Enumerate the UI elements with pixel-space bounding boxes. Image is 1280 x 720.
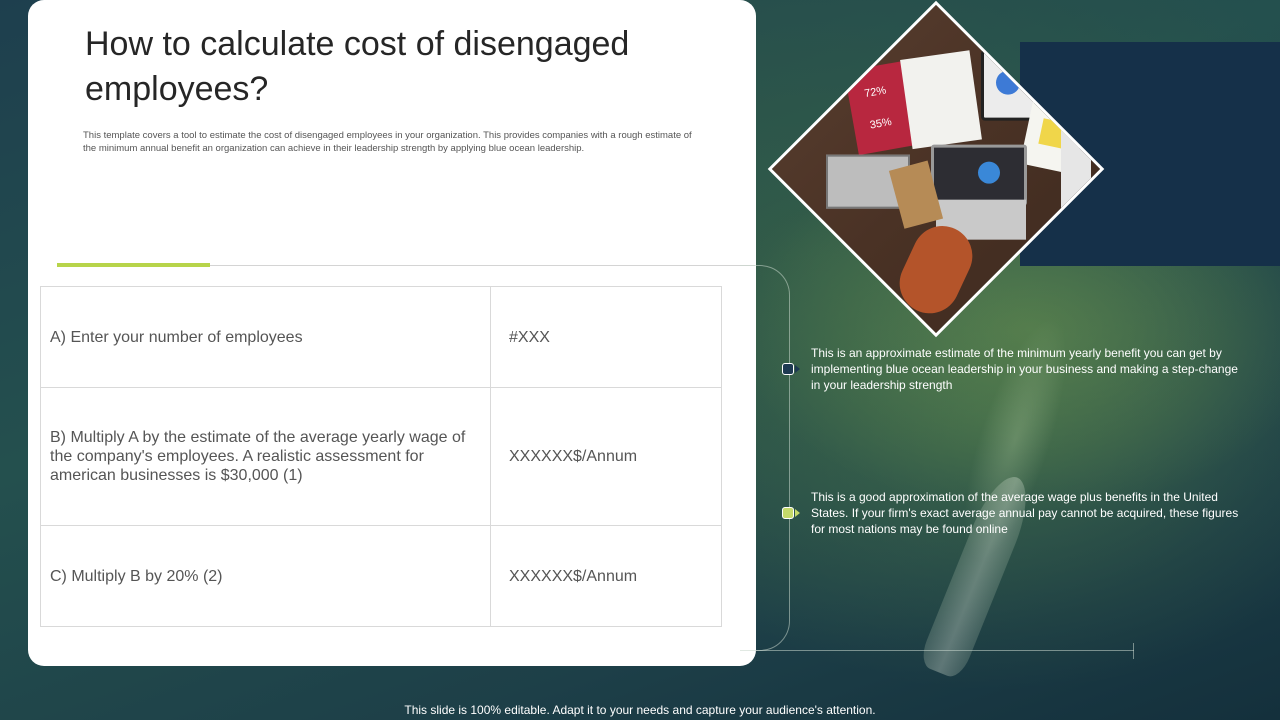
keyboard-right [1061, 124, 1091, 215]
table-cell-step: B) Multiply A by the estimate of the ave… [40, 387, 491, 526]
cost-table: A) Enter your number of employees #XXX B… [40, 286, 722, 627]
slide-description: This template covers a tool to estimate … [83, 130, 692, 154]
table-row: A) Enter your number of employees #XXX [40, 286, 722, 388]
table-cell-value: XXXXXX$/Annum [490, 387, 722, 526]
square-bullet-icon [782, 363, 794, 375]
arrow-right-icon [795, 509, 800, 517]
square-bullet-icon [782, 507, 794, 519]
meeting-photo-icon: 72% 35% [767, 0, 1105, 338]
diamond-photo-frame: 72% 35% [767, 0, 1105, 338]
accent-divider [57, 263, 210, 267]
connector-end-tick [1133, 643, 1134, 659]
slide: How to calculate cost of disengaged empl… [0, 0, 1280, 720]
table-cell-step: A) Enter your number of employees [40, 286, 491, 388]
paper-sheet [900, 50, 982, 150]
note-text-1: This is an approximate estimate of the m… [811, 346, 1238, 392]
note-text-2: This is a good approximation of the aver… [811, 490, 1239, 536]
arrow-right-icon [795, 365, 800, 373]
slide-title: How to calculate cost of disengaged empl… [85, 25, 630, 108]
table-cell-step: C) Multiply B by 20% (2) [40, 525, 491, 627]
laptop-screen [931, 144, 1027, 206]
footer-text: This slide is 100% editable. Adapt it to… [404, 703, 876, 717]
table-row: C) Multiply B by 20% (2) XXXXXX$/Annum [40, 525, 722, 627]
table-cell-value: XXXXXX$/Annum [490, 525, 722, 627]
table-cell-value: #XXX [490, 286, 722, 388]
table-row: B) Multiply A by the estimate of the ave… [40, 387, 722, 526]
divider-line [210, 265, 755, 266]
tablet-device [981, 49, 1037, 121]
